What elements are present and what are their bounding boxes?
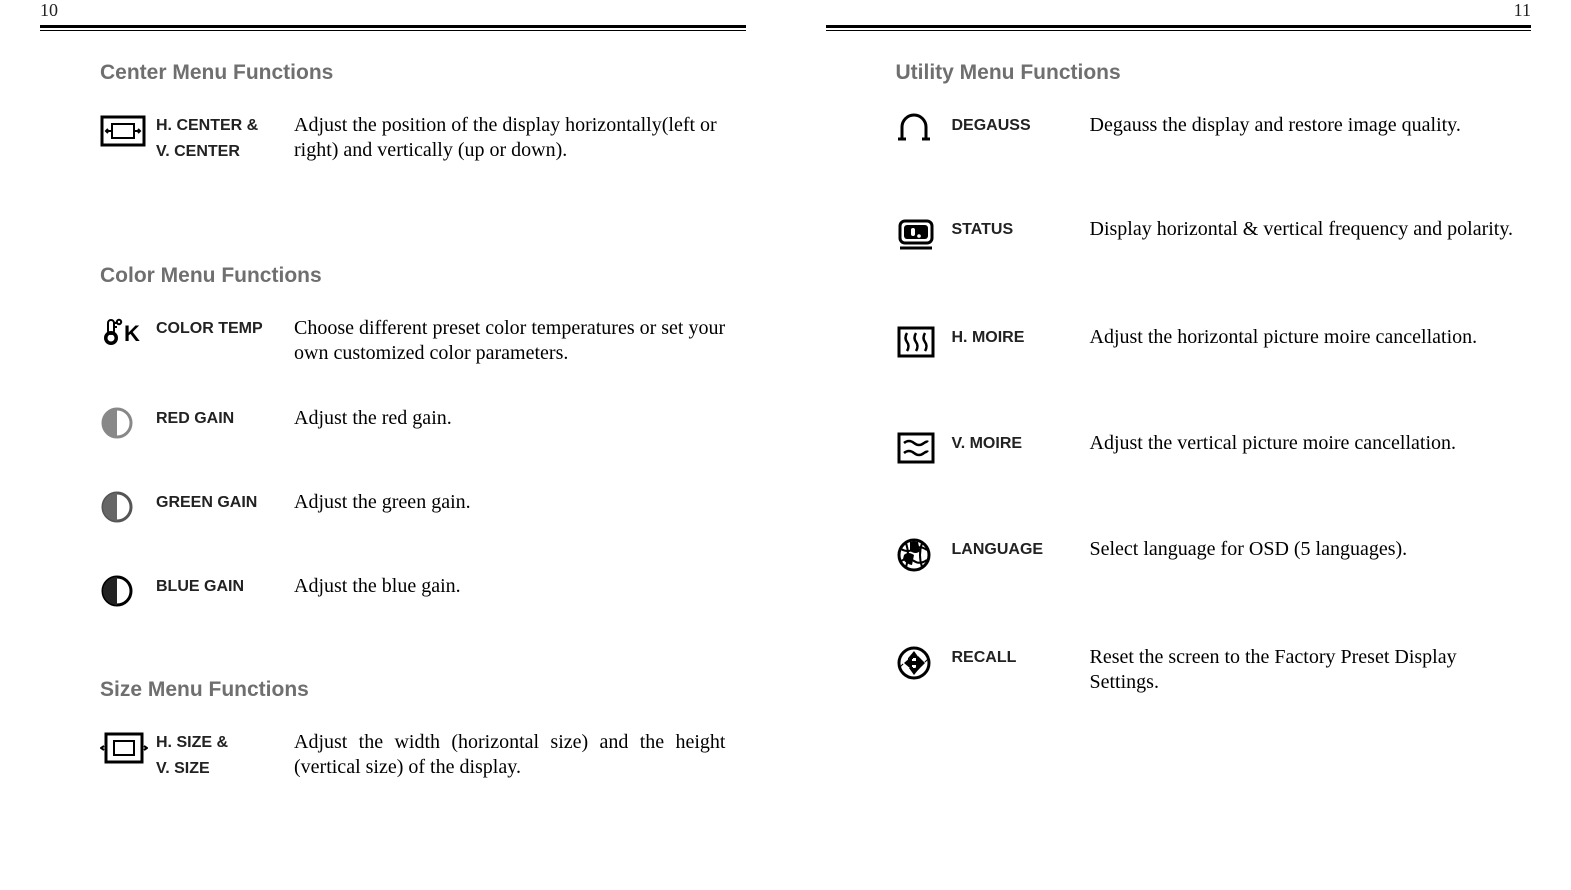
page-number-right: 11 xyxy=(826,0,1532,21)
item-label: BLUE GAIN xyxy=(156,574,294,600)
item-desc: Select language for OSD (5 languages). xyxy=(1090,537,1532,562)
page-number-left: 10 xyxy=(40,0,746,21)
item-language: LANGUAGE Select language for OSD (5 lang… xyxy=(896,537,1532,573)
size-icon xyxy=(100,730,148,766)
item-desc: Adjust the red gain. xyxy=(294,406,736,431)
status-icon xyxy=(896,217,936,253)
hmoire-icon xyxy=(896,325,936,359)
item-label: GREEN GAIN xyxy=(156,490,294,516)
item-recall: RECALL Reset the screen to the Factory P… xyxy=(896,645,1532,695)
bluegain-icon xyxy=(100,574,134,608)
item-desc: Adjust the horizontal picture moire canc… xyxy=(1090,325,1532,350)
item-h-v-size: H. SIZE & V. SIZE Adjust the width (hori… xyxy=(100,730,736,781)
item-label: H. CENTER & V. CENTER xyxy=(156,113,294,164)
language-icon xyxy=(896,537,932,573)
item-red-gain: RED GAIN Adjust the red gain. xyxy=(100,406,736,440)
section-heading-center: Center Menu Functions xyxy=(100,61,736,85)
item-desc: Adjust the vertical picture moire cancel… xyxy=(1090,431,1532,456)
item-desc: Adjust the width (horizontal size) and t… xyxy=(294,730,736,780)
redgain-icon xyxy=(100,406,134,440)
item-desc: Display horizontal & vertical frequency … xyxy=(1090,217,1532,242)
item-label: STATUS xyxy=(952,217,1090,243)
top-rule-right xyxy=(826,25,1532,31)
recall-icon xyxy=(896,645,932,681)
vmoire-icon xyxy=(896,431,936,465)
greengain-icon xyxy=(100,490,134,524)
item-hmoire: H. MOIRE Adjust the horizontal picture m… xyxy=(896,325,1532,359)
item-desc: Choose different preset color temperatur… xyxy=(294,316,736,366)
degauss-icon xyxy=(896,113,932,145)
page-left: 10 Center Menu Functions H. CENTER & V. … xyxy=(0,0,786,890)
item-desc: Adjust the green gain. xyxy=(294,490,736,515)
item-label: RECALL xyxy=(952,645,1090,671)
item-label: DEGAUSS xyxy=(952,113,1090,139)
section-heading-size: Size Menu Functions xyxy=(100,678,736,702)
item-label: COLOR TEMP xyxy=(156,316,294,342)
item-desc: Reset the screen to the Factory Preset D… xyxy=(1090,645,1532,695)
section-heading-utility: Utility Menu Functions xyxy=(896,61,1532,85)
item-blue-gain: BLUE GAIN Adjust the blue gain. xyxy=(100,574,736,608)
item-green-gain: GREEN GAIN Adjust the green gain. xyxy=(100,490,736,524)
svg-text:K: K xyxy=(124,321,140,346)
top-rule-left xyxy=(40,25,746,31)
item-desc: Adjust the blue gain. xyxy=(294,574,736,599)
item-degauss: DEGAUSS Degauss the display and restore … xyxy=(896,113,1532,145)
item-label: H. SIZE & V. SIZE xyxy=(156,730,294,781)
item-label: LANGUAGE xyxy=(952,537,1090,563)
item-desc: Degauss the display and restore image qu… xyxy=(1090,113,1532,138)
item-label: H. MOIRE xyxy=(952,325,1090,351)
item-label: V. MOIRE xyxy=(952,431,1090,457)
item-desc: Adjust the position of the display horiz… xyxy=(294,113,736,163)
item-vmoire: V. MOIRE Adjust the vertical picture moi… xyxy=(896,431,1532,465)
page-right: 11 Utility Menu Functions DEGAUSS Degaus… xyxy=(786,0,1571,890)
item-status: STATUS Display horizontal & vertical fre… xyxy=(896,217,1532,253)
center-icon xyxy=(100,113,146,149)
item-h-v-center: H. CENTER & V. CENTER Adjust the positio… xyxy=(100,113,736,164)
item-color-temp: K COLOR TEMP Choose different preset col… xyxy=(100,316,736,366)
item-label: RED GAIN xyxy=(156,406,294,432)
colortemp-icon: K xyxy=(100,316,144,348)
section-heading-color: Color Menu Functions xyxy=(100,264,736,288)
